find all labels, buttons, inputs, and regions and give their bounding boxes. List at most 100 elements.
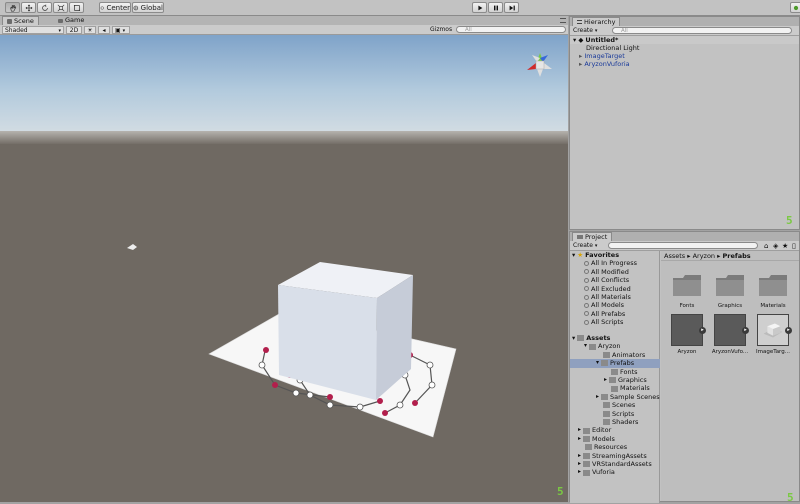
favorite-item[interactable]: All Prefabs: [584, 310, 625, 318]
tree-item[interactable]: Animators: [596, 351, 645, 359]
folder-icon: [673, 275, 701, 296]
tab-project[interactable]: Project: [572, 232, 613, 241]
prefab-thumbnail[interactable]: ▸: [671, 314, 706, 346]
tab-hierarchy[interactable]: Hierarchy: [572, 17, 621, 26]
hierarchy-title-bar: Hierarchy: [570, 17, 799, 26]
gizmos-dropdown[interactable]: Gizmos ▾: [428, 26, 454, 41]
filter-type-icon[interactable]: ⌂: [764, 242, 768, 250]
tree-item[interactable]: ▾ Prefabs: [570, 359, 660, 368]
hand-tool-button[interactable]: [5, 2, 20, 13]
scene-root-row[interactable]: ▾ ◆ Untitled*: [570, 36, 799, 44]
tree-item[interactable]: ▾ Aryzon: [584, 342, 621, 350]
hierarchy-item[interactable]: Directional Light: [570, 44, 799, 52]
hierarchy-item[interactable]: ▸ AryzonVuforia: [570, 60, 799, 68]
step-button[interactable]: [504, 2, 519, 13]
speaker-icon: ◂: [102, 27, 106, 34]
chevron-down-icon[interactable]: ▾: [596, 359, 599, 367]
hierarchy-create-button[interactable]: Create ▾: [573, 27, 597, 35]
tab-game-label: Game: [65, 16, 85, 24]
favorite-item[interactable]: All Materials: [584, 293, 631, 301]
tree-item[interactable]: Resources: [578, 443, 627, 451]
hierarchy-item[interactable]: ▸ ImageTarget: [570, 52, 799, 60]
tree-item[interactable]: ▸ Models: [578, 435, 615, 443]
chevron-down-icon: ▾: [572, 334, 576, 342]
space-global-button[interactable]: Global: [132, 2, 164, 13]
pivot-center-button[interactable]: Center: [99, 2, 131, 13]
tree-item[interactable]: Materials: [604, 384, 650, 392]
panel-menu-icon[interactable]: [560, 18, 566, 23]
chevron-right-icon[interactable]: ▸: [578, 435, 581, 443]
create-label: Create: [573, 242, 593, 249]
tree-item[interactable]: ▸ Sample Scenes: [596, 393, 660, 401]
chevron-right-icon[interactable]: ▸: [604, 376, 607, 384]
folder-icon: [577, 335, 585, 342]
breadcrumb-item[interactable]: Prefabs: [722, 252, 750, 260]
folder-thumbnail[interactable]: [671, 269, 703, 301]
prefab-thumbnail[interactable]: ▸: [757, 314, 792, 346]
favorite-item[interactable]: All Models: [584, 301, 624, 309]
scale-tool-button[interactable]: [53, 2, 68, 13]
audio-toggle[interactable]: ◂: [98, 26, 110, 34]
effects-dropdown[interactable]: ▣ ▾: [112, 26, 130, 34]
tree-item[interactable]: ▸ Graphics: [604, 376, 647, 384]
assets-header[interactable]: ▾ Assets: [572, 334, 610, 342]
scene-viewport[interactable]: 5: [0, 35, 568, 502]
prefab-thumbnail[interactable]: ▸: [714, 314, 749, 346]
expand-arrow-icon[interactable]: ▸: [785, 327, 792, 334]
breadcrumb-item[interactable]: Assets: [664, 252, 685, 260]
pause-button[interactable]: [488, 2, 503, 13]
tree-item[interactable]: Scenes: [596, 401, 635, 409]
favorite-item[interactable]: All Excluded: [584, 285, 631, 293]
hierarchy-search-input[interactable]: All: [612, 27, 792, 34]
star-icon[interactable]: ★: [782, 242, 788, 250]
favorite-item[interactable]: All Scripts: [584, 318, 623, 326]
sun-icon: ☀: [87, 27, 93, 34]
tree-item[interactable]: ▸ Vuforia: [578, 468, 615, 476]
play-button[interactable]: [472, 2, 487, 13]
project-search-input[interactable]: [608, 242, 758, 249]
hierarchy-panel: Hierarchy Create ▾ All ▾ ◆ Untitled* Dir…: [569, 16, 800, 230]
favorite-item[interactable]: All Modified: [584, 268, 629, 276]
expand-arrow-icon[interactable]: ▸: [699, 327, 706, 334]
expand-arrow-icon[interactable]: ▸: [742, 327, 749, 334]
rect-tool-button[interactable]: [69, 2, 84, 13]
lighting-toggle[interactable]: ☀: [84, 26, 96, 34]
favorite-item[interactable]: All Conflicts: [584, 276, 629, 284]
tree-item-label: Resources: [594, 443, 628, 452]
main-toolbar: Center Global: [0, 0, 800, 16]
chevron-right-icon[interactable]: ▸: [578, 426, 581, 434]
assets-label: Assets: [586, 334, 611, 342]
tab-scene[interactable]: Scene: [2, 16, 39, 25]
breadcrumb-item[interactable]: Aryzon: [693, 252, 715, 260]
tree-item[interactable]: ▸ StreamingAssets: [578, 452, 647, 460]
scene-search-input[interactable]: All: [456, 26, 566, 33]
label-icon[interactable]: ◈: [773, 242, 778, 250]
cube-object[interactable]: [278, 262, 413, 400]
folder-thumbnail[interactable]: [757, 269, 789, 301]
chevron-right-icon[interactable]: ▸: [578, 468, 581, 476]
chevron-right-icon[interactable]: ▸: [578, 452, 581, 460]
shading-mode-dropdown[interactable]: Shaded ▾: [2, 26, 64, 34]
favorites-header[interactable]: ▾ ★ Favorites: [572, 251, 619, 259]
favorite-item[interactable]: All In Progress: [584, 259, 637, 267]
folder-icon: [601, 393, 609, 400]
tree-item[interactable]: ▸ Editor: [578, 426, 611, 434]
tree-item[interactable]: Scripts: [596, 410, 634, 418]
project-create-button[interactable]: Create ▾: [573, 242, 597, 250]
folder-label: Graphics: [717, 303, 743, 309]
chevron-down-icon[interactable]: ▾: [584, 342, 587, 350]
tab-game[interactable]: Game: [54, 16, 88, 25]
move-tool-button[interactable]: [21, 2, 36, 13]
tree-item-label: Scenes: [612, 401, 636, 410]
tree-item-label: Editor: [592, 426, 612, 435]
folder-thumbnail[interactable]: [714, 269, 746, 301]
column-icon[interactable]: ▯: [792, 242, 796, 250]
chevron-right-icon[interactable]: ▸: [578, 460, 581, 468]
tree-item[interactable]: Fonts: [604, 368, 638, 376]
collab-button[interactable]: [790, 2, 800, 13]
toggle-2d-button[interactable]: 2D: [66, 26, 82, 34]
rotate-tool-button[interactable]: [37, 2, 52, 13]
chevron-right-icon[interactable]: ▸: [596, 393, 599, 401]
tree-item[interactable]: ▸ VRStandardAssets: [578, 460, 652, 468]
tree-item[interactable]: Shaders: [596, 418, 638, 426]
